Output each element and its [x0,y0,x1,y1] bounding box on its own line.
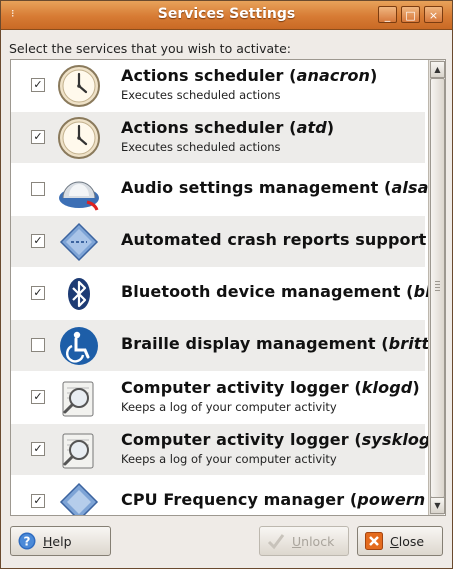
help-icon: ? [18,532,36,550]
minimize-button[interactable]: _ [378,6,397,23]
service-name: Automated crash reports support [121,230,427,249]
service-row[interactable]: Braille display management (britty [11,320,440,372]
service-description: Keeps a log of your computer activity [121,452,337,466]
service-row[interactable]: ✓ Automated crash reports support [11,216,427,268]
service-name: Braille display management (britty [121,334,440,353]
service-checkbox[interactable]: ✓ [31,442,45,456]
log-viewer-icon [57,428,101,472]
crash-report-diamond-icon [57,220,101,264]
close-window-button[interactable]: × [424,6,443,23]
service-description: Executes scheduled actions [121,88,281,102]
service-name: Actions scheduler (anacron) [121,66,378,85]
unlock-button[interactable]: Unlock [259,526,349,556]
service-row[interactable]: ✓ CPU Frequency manager (powern [11,476,426,515]
help-button-label: Help [43,534,72,549]
services-list: ✓ Actions scheduler (anacron) Executes sch… [10,59,446,516]
service-checkbox[interactable]: ✓ [31,130,45,144]
service-checkbox[interactable] [31,338,45,352]
service-daemon: atd [296,118,327,137]
service-name: Computer activity logger (klogd) [121,378,420,397]
service-row[interactable]: ✓ Bluetooth device management (bl [11,268,431,320]
audio-knob-icon [57,168,101,212]
service-name: Bluetooth device management (bl [121,282,431,301]
service-row[interactable]: ✓ Computer activity logger (sysklog Keeps … [11,424,430,476]
accessibility-icon [57,324,101,368]
service-description: Keeps a log of your computer activity [121,400,337,414]
service-name: Audio settings management (alsa- [121,178,436,197]
close-icon [365,532,383,550]
close-button-label: Close [390,534,425,549]
service-checkbox[interactable] [31,182,45,196]
close-button[interactable]: Close [357,526,443,556]
bluetooth-icon [57,272,101,316]
clock-icon [57,64,101,108]
log-viewer-icon [57,376,101,420]
help-button[interactable]: ? Help [10,526,111,556]
service-checkbox[interactable]: ✓ [31,390,45,404]
services-settings-window: ⁝ Services Settings _ □ × Select the ser… [0,0,453,569]
clock-icon [57,116,101,160]
service-row[interactable]: Audio settings management (alsa- [11,164,435,216]
title-bar[interactable]: ⁝ Services Settings _ □ × [1,1,452,30]
service-daemon: powern [357,490,426,509]
unlock-button-label: Unlock [292,534,335,549]
service-checkbox[interactable]: ✓ [31,234,45,248]
service-row[interactable]: ✓ Actions scheduler (atd) Executes schedul… [11,112,425,164]
scroll-down-button[interactable]: ▼ [430,497,445,514]
service-checkbox[interactable]: ✓ [31,286,45,300]
service-row[interactable]: ✓ Computer activity logger (klogd) Keeps a… [11,372,425,424]
svg-text:?: ? [24,535,31,549]
service-name: CPU Frequency manager (powern [121,490,426,509]
service-row[interactable]: ✓ Actions scheduler (anacron) Executes sch… [11,60,425,112]
scrollbar-thumb[interactable] [430,78,445,498]
cpu-frequency-icon [57,480,101,515]
service-description: Executes scheduled actions [121,140,281,154]
service-checkbox[interactable]: ✓ [31,78,45,92]
service-checkbox[interactable]: ✓ [31,494,45,508]
checkmark-icon [267,534,285,550]
instruction-label: Select the services that you wish to act… [9,41,291,56]
service-daemon: klogd [361,378,413,397]
scroll-up-button[interactable]: ▲ [430,61,445,78]
service-name: Actions scheduler (atd) [121,118,335,137]
service-daemon: sysklog [361,430,431,449]
service-name: Computer activity logger (sysklog [121,430,431,449]
service-daemon: anacron [296,66,371,85]
vertical-scrollbar[interactable]: ▲ ▼ [428,60,445,515]
maximize-button[interactable]: □ [401,6,420,23]
